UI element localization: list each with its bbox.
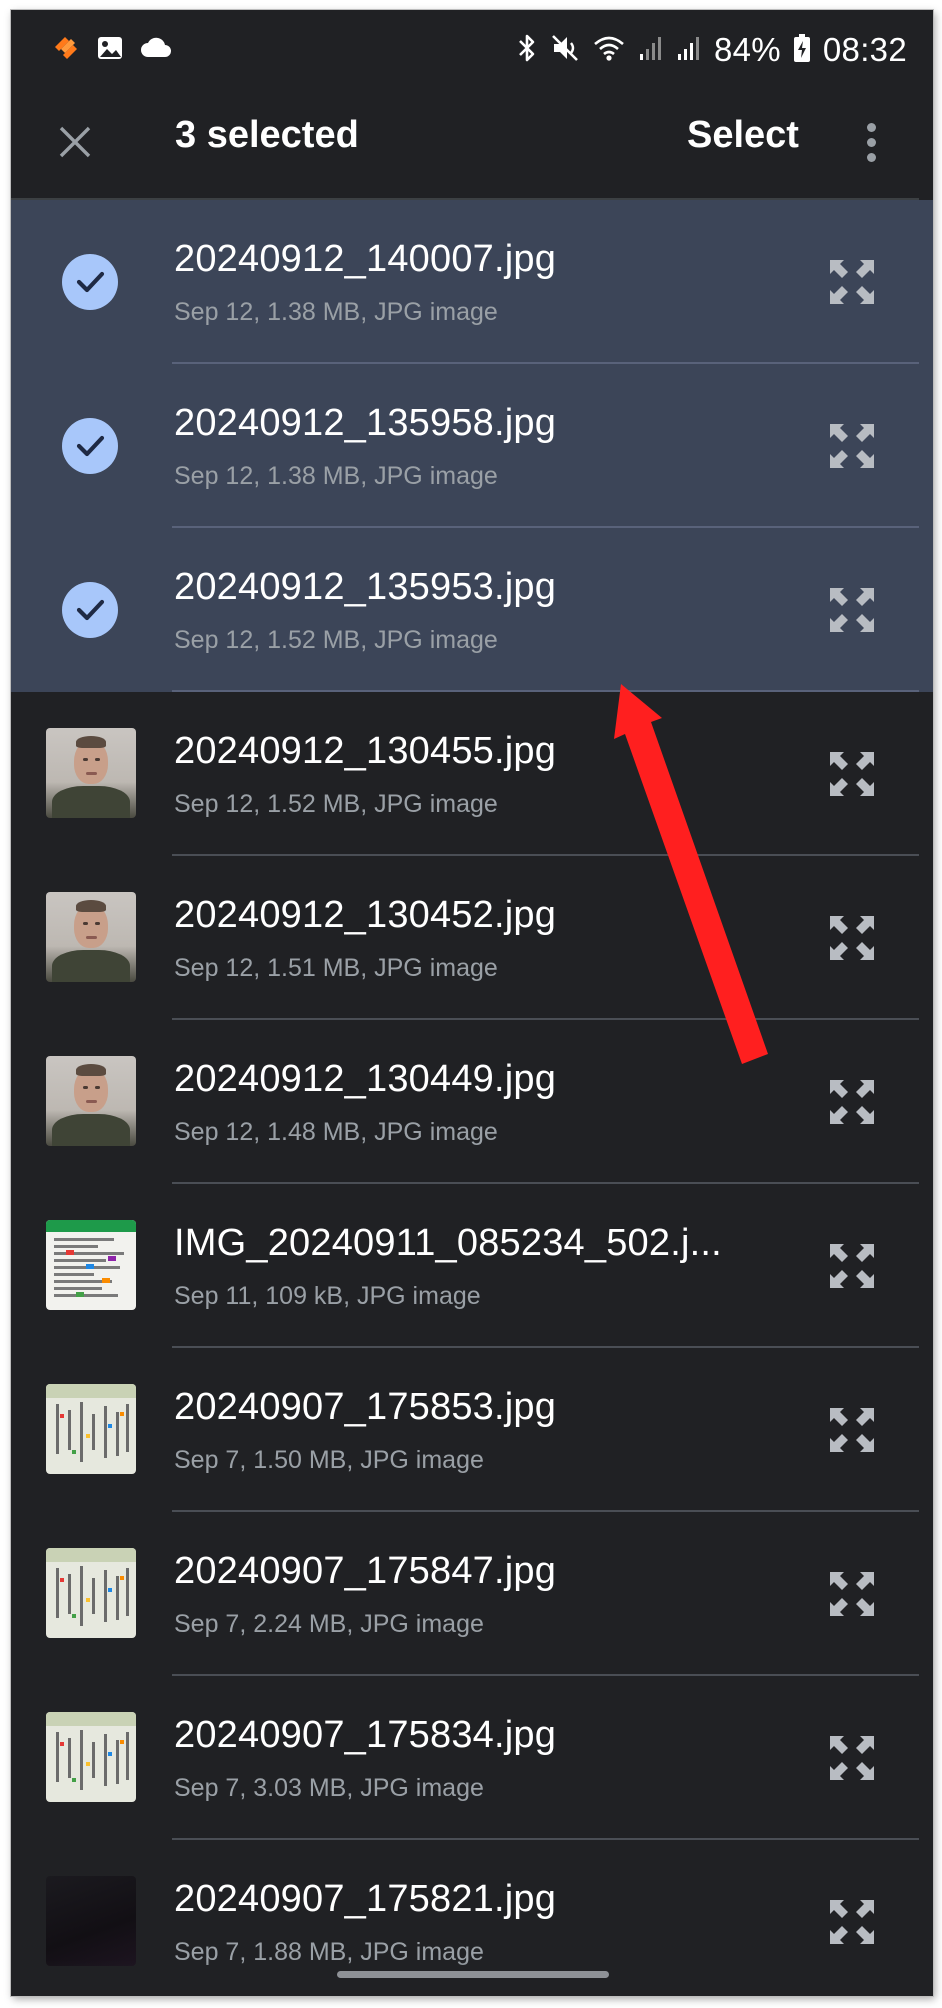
file-thumbnail xyxy=(46,1384,136,1474)
file-meta: Sep 7, 3.03 MB, JPG image xyxy=(174,1774,484,1802)
file-thumbnail xyxy=(46,728,136,818)
file-meta: Sep 12, 1.38 MB, JPG image xyxy=(174,298,498,326)
file-meta: Sep 12, 1.48 MB, JPG image xyxy=(174,1118,498,1146)
file-name: 20240912_135953.jpg xyxy=(174,566,557,608)
file-row[interactable]: 20240912_135953.jpg Sep 12, 1.52 MB, JPG … xyxy=(11,528,933,692)
file-meta: Sep 12, 1.38 MB, JPG image xyxy=(174,462,498,490)
file-row[interactable]: 20240912_130455.jpg Sep 12, 1.52 MB, JPG … xyxy=(11,692,933,856)
expand-icon[interactable] xyxy=(824,1238,880,1294)
cloud-icon xyxy=(139,33,173,68)
file-meta: Sep 11, 109 kB, JPG image xyxy=(174,1282,481,1310)
file-meta: Sep 7, 1.50 MB, JPG image xyxy=(174,1446,484,1474)
close-button[interactable] xyxy=(49,116,101,168)
expand-icon[interactable] xyxy=(824,254,880,310)
more-options-button[interactable] xyxy=(851,112,891,172)
file-row[interactable]: 20240907_175834.jpg Sep 7, 3.03 MB, JPG i… xyxy=(11,1676,933,1840)
check-circle-icon[interactable] xyxy=(62,254,118,310)
file-meta: Sep 12, 1.52 MB, JPG image xyxy=(174,626,498,654)
expand-icon[interactable] xyxy=(824,582,880,638)
signal-icon xyxy=(676,34,702,67)
gallery-icon xyxy=(95,33,125,68)
file-name: 20240912_140007.jpg xyxy=(174,238,557,280)
file-row[interactable]: IMG_20240911_085234_502.j... Sep 11, 109 … xyxy=(11,1184,933,1348)
selection-count-title: 3 selected xyxy=(175,114,359,156)
status-left-icons xyxy=(51,34,173,66)
file-row[interactable]: 20240912_130452.jpg Sep 12, 1.51 MB, JPG … xyxy=(11,856,933,1020)
file-row[interactable]: 20240907_175847.jpg Sep 7, 2.24 MB, JPG i… xyxy=(11,1512,933,1676)
file-thumbnail xyxy=(46,892,136,982)
file-row[interactable]: 20240912_140007.jpg Sep 12, 1.38 MB, JPG … xyxy=(11,200,933,364)
status-bar: 84% 08:32 xyxy=(11,10,933,90)
file-name: 20240907_175847.jpg xyxy=(174,1550,557,1592)
close-icon xyxy=(59,126,91,158)
file-list: 20240912_140007.jpg Sep 12, 1.38 MB, JPG … xyxy=(11,200,933,1996)
expand-icon[interactable] xyxy=(824,1894,880,1950)
file-name: IMG_20240911_085234_502.j... xyxy=(174,1222,722,1264)
home-indicator[interactable] xyxy=(337,1971,609,1978)
file-row[interactable]: 20240907_175853.jpg Sep 7, 1.50 MB, JPG i… xyxy=(11,1348,933,1512)
expand-icon[interactable] xyxy=(824,746,880,802)
file-thumbnail xyxy=(46,1220,136,1310)
expand-icon[interactable] xyxy=(824,1074,880,1130)
app-bar: 3 selected Select xyxy=(11,90,933,200)
file-name: 20240907_175853.jpg xyxy=(174,1386,557,1428)
signal-icon xyxy=(638,34,664,67)
file-meta: Sep 12, 1.52 MB, JPG image xyxy=(174,790,498,818)
more-vert-icon xyxy=(866,122,876,132)
battery-percent: 84% xyxy=(713,31,781,68)
file-name: 20240912_130452.jpg xyxy=(174,894,557,936)
file-name: 20240912_130449.jpg xyxy=(174,1058,557,1100)
file-thumbnail xyxy=(46,1712,136,1802)
select-button[interactable]: Select xyxy=(687,114,799,157)
phone-screen: 84% 08:32 3 selected Select 20240912_140… xyxy=(11,10,933,1996)
status-right-icons: 84% 08:32 xyxy=(516,28,907,72)
check-circle-icon[interactable] xyxy=(62,418,118,474)
file-name: 20240907_175821.jpg xyxy=(174,1878,557,1920)
expand-icon[interactable] xyxy=(824,910,880,966)
expand-icon[interactable] xyxy=(824,1566,880,1622)
expand-icon[interactable] xyxy=(824,1730,880,1786)
file-name: 20240912_135958.jpg xyxy=(174,402,557,444)
bottom-fade xyxy=(11,1960,933,1996)
file-name: 20240907_175834.jpg xyxy=(174,1714,557,1756)
file-row[interactable]: 20240912_135958.jpg Sep 12, 1.38 MB, JPG … xyxy=(11,364,933,528)
app-logo-icon xyxy=(51,33,81,68)
wifi-icon xyxy=(592,33,626,68)
file-thumbnail xyxy=(46,1056,136,1146)
file-name: 20240912_130455.jpg xyxy=(174,730,557,772)
check-circle-icon[interactable] xyxy=(62,582,118,638)
file-row[interactable]: 20240912_130449.jpg Sep 12, 1.48 MB, JPG … xyxy=(11,1020,933,1184)
file-thumbnail xyxy=(46,1548,136,1638)
battery-charging-icon xyxy=(793,33,811,68)
file-meta: Sep 7, 2.24 MB, JPG image xyxy=(174,1610,484,1638)
mute-icon xyxy=(550,32,580,69)
expand-icon[interactable] xyxy=(824,1402,880,1458)
expand-icon[interactable] xyxy=(824,418,880,474)
bluetooth-icon xyxy=(516,32,538,69)
file-meta: Sep 12, 1.51 MB, JPG image xyxy=(174,954,498,982)
file-thumbnail xyxy=(46,1876,136,1966)
clock: 08:32 xyxy=(822,31,907,68)
